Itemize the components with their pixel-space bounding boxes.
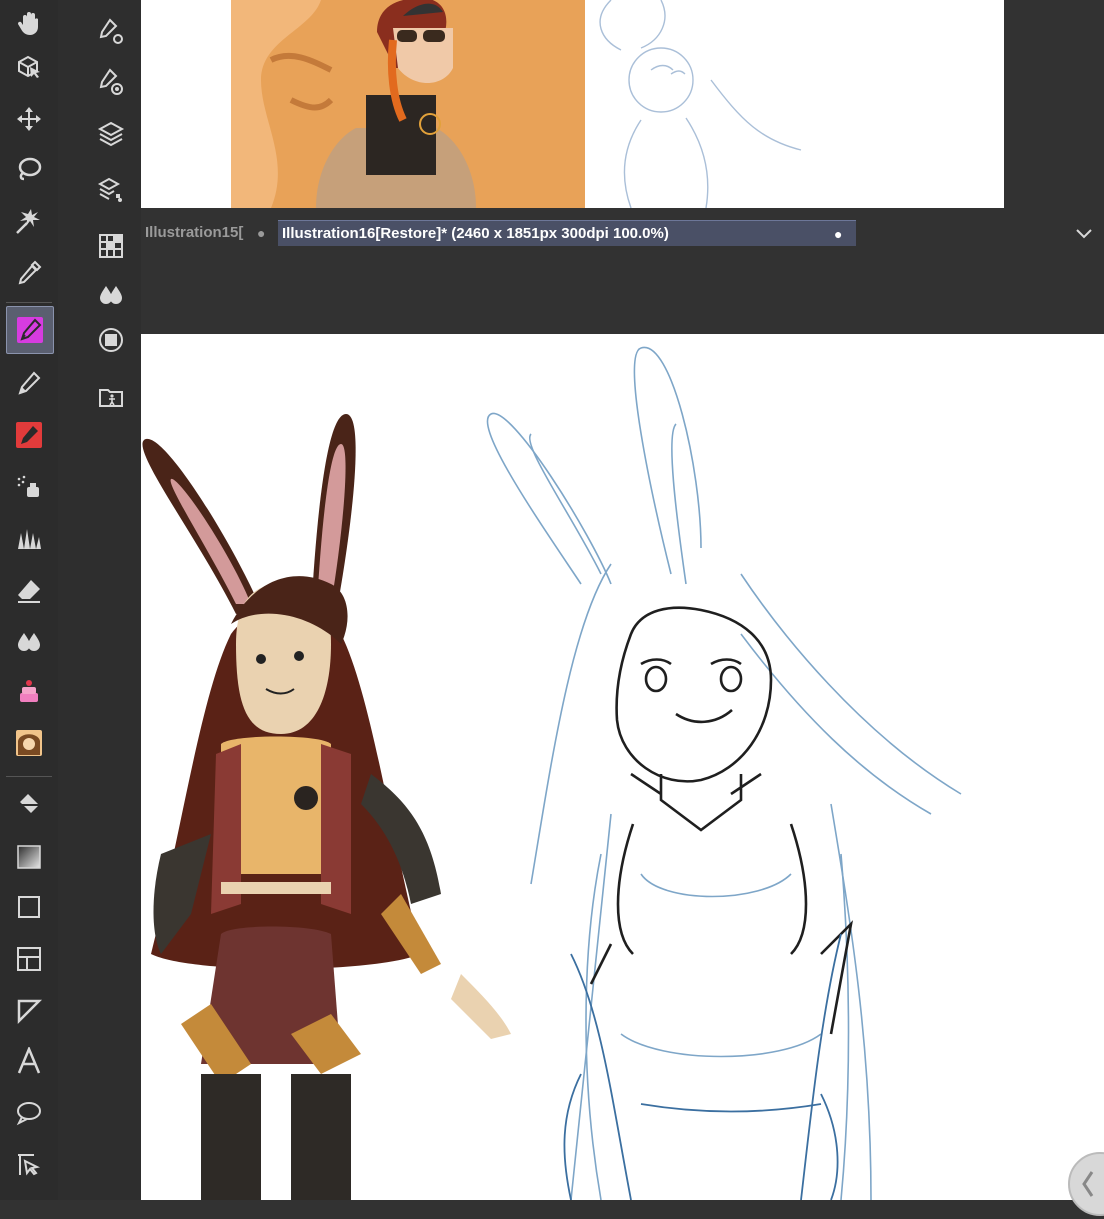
cake-brush-icon[interactable] (5, 668, 53, 714)
canvas-background (141, 248, 1104, 334)
color-wheel-icon[interactable] (93, 276, 129, 312)
eyedropper-icon[interactable] (5, 250, 53, 296)
sketch-lower-lines (563, 933, 842, 1200)
tab-modified-dot: ● (257, 225, 266, 241)
lasso-icon[interactable] (5, 146, 53, 192)
chevron-left-icon (1082, 1171, 1094, 1197)
pen-icon[interactable] (6, 306, 54, 354)
frame-icon[interactable] (5, 936, 53, 982)
gradient-icon[interactable] (5, 834, 53, 880)
tool-property-icon[interactable] (93, 14, 129, 50)
layer-property-icon[interactable] (93, 172, 129, 208)
correct-line-icon[interactable] (5, 1142, 53, 1188)
chevron-down-icon[interactable] (1074, 223, 1094, 243)
tab-modified-dot: ● (834, 226, 843, 242)
sketch-lineart (589, 606, 854, 1035)
colored-character (142, 414, 511, 1200)
tool-separator (6, 302, 52, 303)
inactive-canvas-window[interactable] (141, 0, 1004, 208)
magic-wand-icon[interactable] (5, 198, 53, 244)
decoration-icon[interactable] (5, 516, 53, 562)
tab-label: Illustration16[Restore]* (2460 x 1851px … (282, 225, 669, 242)
pencil-icon[interactable] (5, 360, 53, 406)
airbrush-icon[interactable] (5, 464, 53, 510)
illustration15-artwork (231, 0, 802, 208)
hand-icon[interactable] (5, 0, 53, 46)
balloon-icon[interactable] (5, 1090, 53, 1136)
navigator-toggle[interactable] (1068, 1152, 1104, 1216)
tool-separator (6, 776, 52, 777)
color-set-icon[interactable] (93, 228, 129, 264)
tab-illustration15[interactable]: Illustration15[ ● (141, 220, 273, 246)
marker-icon[interactable] (5, 412, 53, 458)
brush-size-icon[interactable] (93, 64, 129, 100)
document-tab-bar: Illustration15[ ● Illustration16[Restore… (141, 218, 1104, 248)
sketch-character (486, 346, 962, 1200)
main-canvas[interactable] (141, 334, 1104, 1200)
move-icon[interactable] (5, 96, 53, 142)
blend-icon[interactable] (5, 618, 53, 664)
avatar-brush-icon[interactable] (5, 720, 53, 766)
material-icon[interactable] (93, 378, 129, 414)
tab-illustration16[interactable]: Illustration16[Restore]* (2460 x 1851px … (278, 220, 856, 246)
tab-label: Illustration15[ (145, 224, 244, 241)
tool-bar (0, 0, 59, 1200)
top-window-background (1004, 0, 1104, 208)
rectangle-icon[interactable] (5, 884, 53, 930)
object-select-icon[interactable] (5, 44, 53, 90)
ruler-icon[interactable] (5, 988, 53, 1034)
layer-icon[interactable] (93, 116, 129, 152)
eraser-icon[interactable] (5, 568, 53, 614)
sub-tool-icon[interactable] (93, 322, 129, 358)
illustration16-artwork (142, 346, 962, 1200)
fill-icon[interactable] (5, 782, 53, 828)
text-icon[interactable] (5, 1038, 53, 1084)
